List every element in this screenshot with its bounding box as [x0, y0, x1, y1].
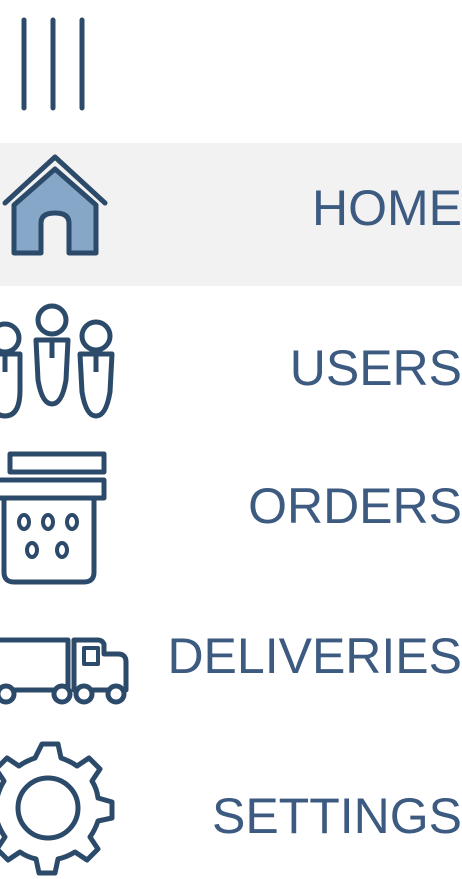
nav-label-settings: SETTINGS: [211, 788, 462, 844]
nav-label-home: HOME: [312, 180, 462, 236]
orders-icon: [0, 446, 110, 586]
gear-icon: [0, 738, 120, 878]
nav-label-deliveries: DELIVERIES: [167, 628, 462, 684]
nav-label-users: USERS: [289, 340, 462, 396]
nav-item-users[interactable]: USERS: [0, 286, 462, 434]
users-icon: [0, 300, 120, 424]
nav-item-home[interactable]: HOME: [0, 143, 462, 286]
nav-item-deliveries[interactable]: DELIVERIES: [0, 584, 462, 732]
nav-item-settings[interactable]: SETTINGS: [0, 732, 462, 879]
home-icon: [2, 149, 108, 265]
nav-item-orders[interactable]: ORDERS: [0, 434, 462, 586]
nav-label-orders: ORDERS: [248, 478, 462, 534]
truck-icon: [0, 624, 132, 714]
sidebar-nav: HOME USERS ORDERS DELIVERIES SETTINGS: [0, 0, 462, 879]
